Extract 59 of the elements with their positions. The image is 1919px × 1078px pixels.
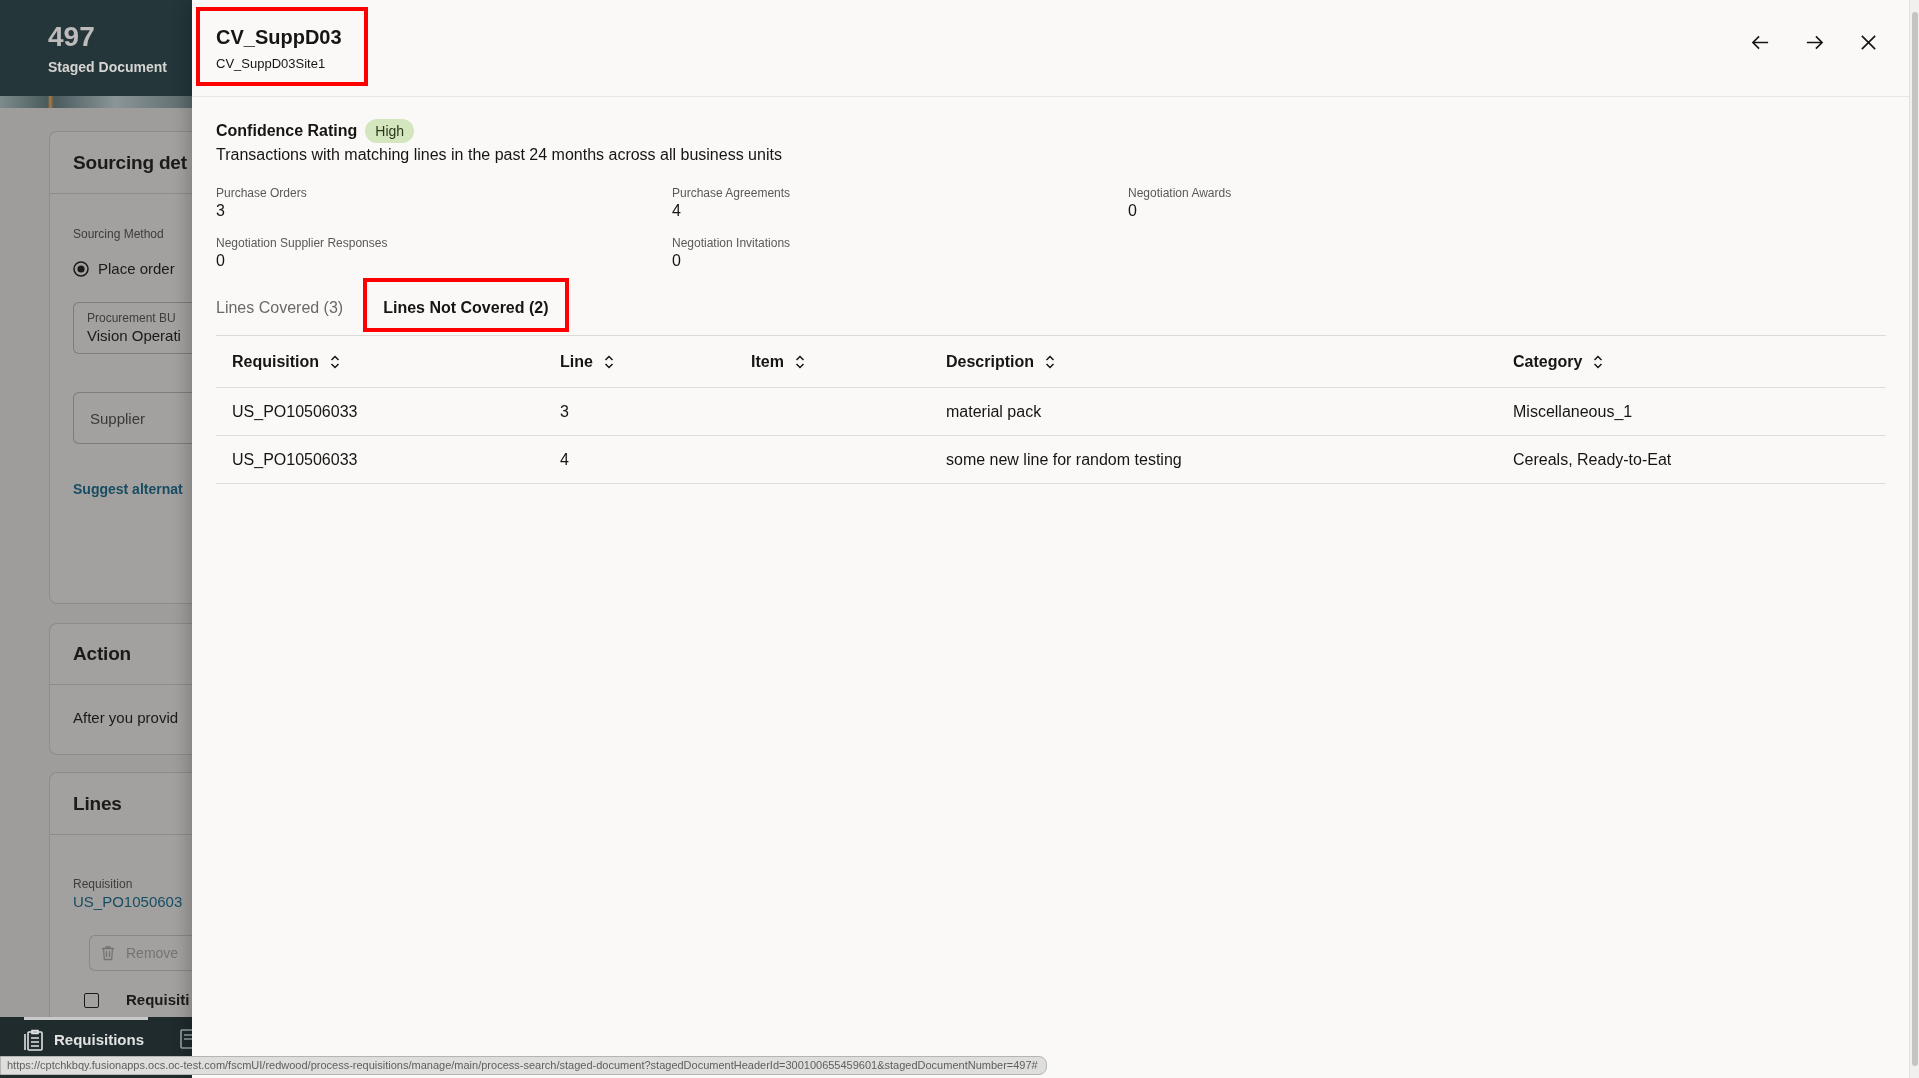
status-url: https://cptchkbqy.fusionapps.ocs.oc-test.com/fscmUI/redwood/process-requisitions/manage/main/process-search/staged-document?stagedDocumentHeaderId=300100655459601&stagedDocumentNumber=497# — [0, 1056, 1047, 1075]
field-label: Requisition — [73, 876, 133, 892]
metric-value: 0 — [672, 251, 681, 271]
metric-label: Purchase Agreements — [672, 185, 791, 201]
table-cell: some new line for random testing — [946, 450, 1182, 468]
metric-label: Negotiation Supplier Responses — [216, 235, 388, 251]
metric-label: Negotiation Invitations — [672, 235, 791, 251]
sort-icon[interactable] — [793, 353, 806, 370]
document-type-label: Staged Document — [48, 58, 167, 77]
suggest-link[interactable]: Suggest alternat — [73, 477, 183, 501]
field-label: Sourcing Method — [73, 226, 164, 242]
table-cell: Miscellaneous_1 — [1513, 402, 1633, 420]
trash-icon — [100, 945, 116, 961]
nav-tab-label: Requisitions — [54, 1030, 144, 1050]
column-header[interactable]: Description — [946, 349, 1056, 374]
column-header[interactable]: Line — [560, 349, 615, 374]
table-cell: 4 — [560, 450, 569, 468]
table-cell: US_PO10506033 — [232, 450, 358, 468]
scrollbar[interactable] — [1909, 0, 1919, 1078]
tab[interactable]: Lines Covered (3) — [196, 278, 364, 332]
document-number: 497 — [48, 20, 95, 54]
tab[interactable]: Lines Not Covered (2) — [363, 278, 569, 332]
metric-label: Negotiation Awards — [1128, 185, 1232, 201]
clipboard-icon — [24, 1029, 44, 1051]
sort-icon[interactable] — [1044, 353, 1056, 370]
table-cell: material pack — [946, 402, 1042, 420]
supplier-field[interactable]: Supplier — [73, 392, 192, 444]
confidence-badge: High — [365, 119, 415, 143]
description-text: Transactions with matching lines in the past 24 months across all business units — [216, 145, 782, 165]
sort-icon[interactable] — [329, 353, 342, 370]
card-title: Action — [73, 642, 131, 666]
section-title: Confidence Rating — [216, 121, 358, 141]
metric-label: Purchase Orders — [216, 185, 307, 201]
metric-value: 0 — [1128, 201, 1137, 221]
metric-value: 4 — [672, 201, 681, 221]
field-value: Vision Operati — [87, 326, 181, 346]
metric-value: 3 — [216, 201, 225, 221]
drawer-title: CV_SuppD03 — [216, 25, 342, 50]
radio-label: Place order — [98, 259, 175, 279]
column-header[interactable]: Item — [751, 349, 806, 374]
close-icon[interactable] — [1858, 32, 1878, 52]
radio-button[interactable] — [73, 261, 89, 277]
metric-value: 0 — [216, 251, 225, 271]
table-cell: 3 — [560, 402, 569, 420]
column-header: Requisiti — [126, 990, 190, 1010]
column-header[interactable]: Requisition — [232, 349, 342, 374]
field-label: Procurement BU — [87, 310, 176, 326]
table-cell: US_PO10506033 — [232, 402, 358, 420]
card-title: Lines — [73, 791, 122, 816]
drawer-subtitle: CV_SuppD03Site1 — [216, 55, 326, 73]
card-title: Sourcing det — [73, 150, 187, 175]
checkbox[interactable] — [84, 992, 99, 1008]
card-text: After you provid — [73, 708, 179, 728]
table-cell: Cereals, Ready-to-Eat — [1513, 450, 1672, 468]
sort-icon[interactable] — [602, 353, 615, 370]
sort-icon[interactable] — [1592, 353, 1605, 370]
document-icon[interactable] — [180, 1029, 192, 1049]
column-header[interactable]: Category — [1513, 349, 1605, 374]
requisition-link[interactable]: US_PO1050603 — [73, 892, 183, 912]
